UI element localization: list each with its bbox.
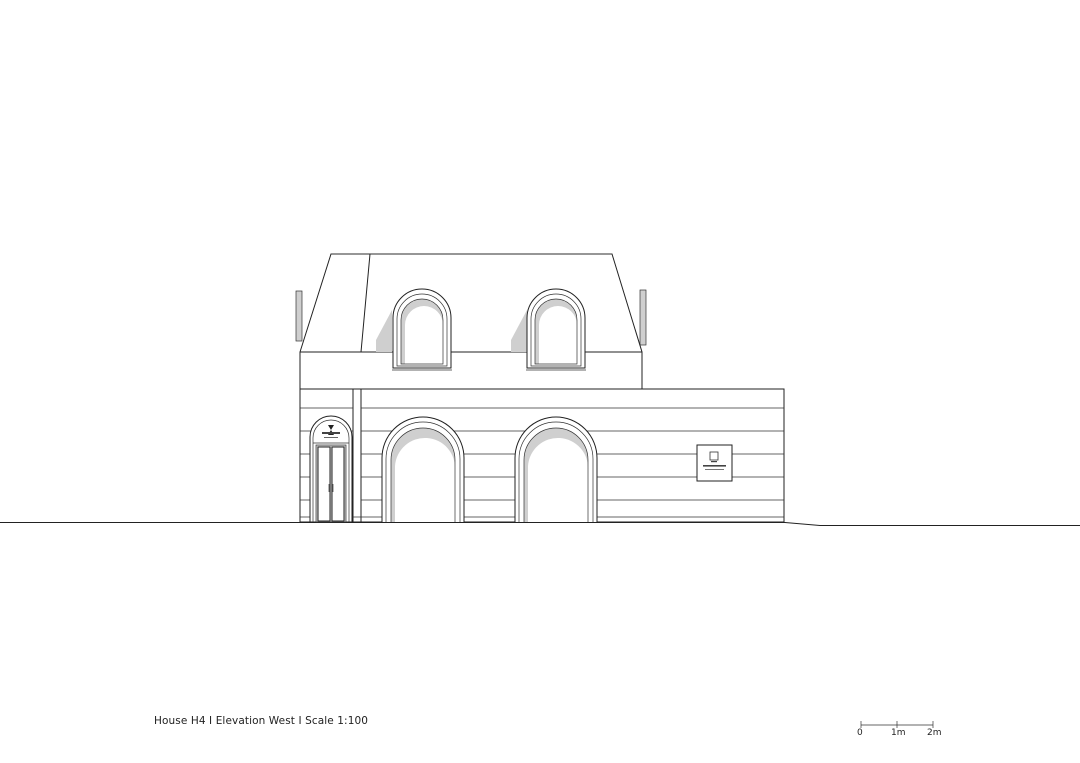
drawing-caption: House H4 I Elevation West I Scale 1:100 (154, 715, 369, 727)
scale-label-1m: 1m (891, 728, 906, 738)
ground-line (0, 522, 1080, 526)
scale-bar (860, 721, 934, 728)
arched-opening-left (381, 416, 465, 522)
mansard-roof (299, 253, 643, 390)
scale-label-0: 0 (857, 728, 863, 738)
elevation-drawing (0, 253, 1080, 728)
wall-signboard (696, 444, 733, 482)
arched-opening-right (514, 416, 598, 522)
scale-label-2m: 2m (927, 728, 942, 738)
